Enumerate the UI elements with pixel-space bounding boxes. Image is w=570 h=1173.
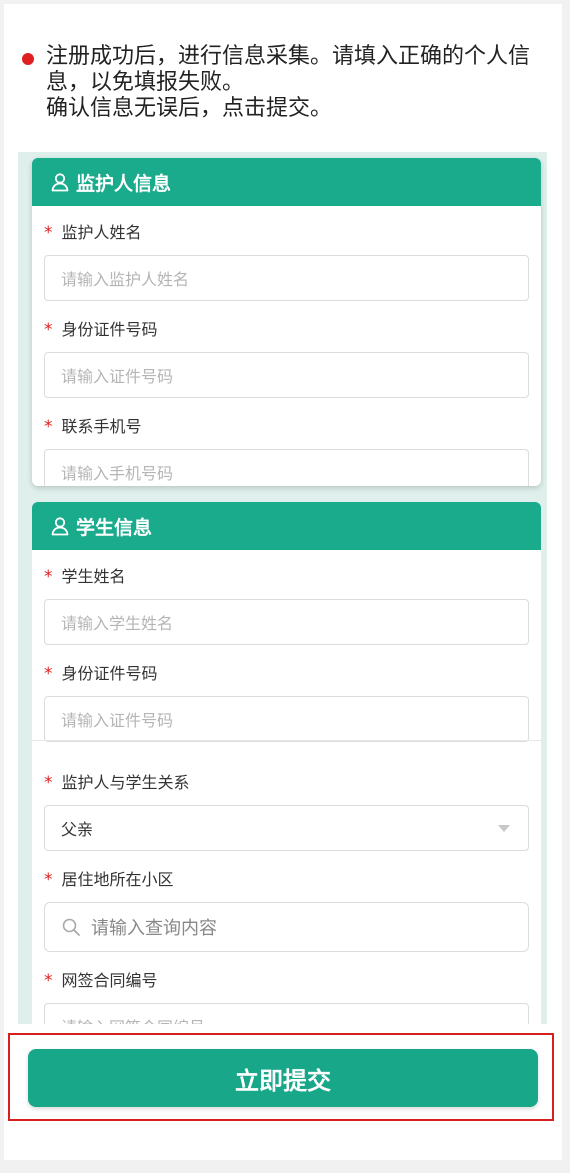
community-label: 居住地所在小区 [61, 870, 174, 889]
relation-label: 监护人与学生关系 [61, 773, 190, 792]
guardian-name-input[interactable]: 请输入监护人姓名 [44, 255, 529, 301]
required-mark: * [44, 567, 53, 587]
guardian-id-input[interactable]: 请输入证件号码 [44, 352, 529, 398]
submit-button[interactable]: 立即提交 [28, 1049, 538, 1107]
student-id-field: * 身份证件号码 请输入证件号码 [32, 663, 541, 742]
guardian-phone-input[interactable]: 请输入手机号码 [44, 449, 529, 486]
guardian-id-field: * 身份证件号码 请输入证件号码 [32, 319, 541, 398]
student-id-label: 身份证件号码 [61, 664, 158, 683]
contract-label: 网签合同编号 [61, 971, 158, 990]
required-mark: * [44, 971, 53, 991]
user-icon [51, 517, 69, 536]
community-field: * 居住地所在小区 请输入查询内容 [32, 869, 541, 952]
instruction-block: 注册成功后，进行信息采集。请填入正确的个人信息，以免填报失败。 确认信息无误后，… [22, 44, 552, 122]
contract-field: * 网签合同编号 请输入网签合同编号 [32, 970, 541, 1024]
section-divider [32, 740, 541, 741]
search-icon [62, 918, 80, 936]
guardian-card-header: 监护人信息 [32, 158, 541, 206]
guardian-phone-field: * 联系手机号 请输入手机号码 [32, 416, 541, 486]
guardian-card: 监护人信息 * 监护人姓名 请输入监护人姓名 * 身份证件号码 请输入证件号码 … [32, 158, 541, 486]
form-area: 监护人信息 * 监护人姓名 请输入监护人姓名 * 身份证件号码 请输入证件号码 … [18, 152, 547, 1024]
guardian-phone-label: 联系手机号 [61, 417, 142, 436]
student-name-input[interactable]: 请输入学生姓名 [44, 599, 529, 645]
required-mark: * [44, 223, 53, 243]
instruction-text: 注册成功后，进行信息采集。请填入正确的个人信息，以免填报失败。 确认信息无误后，… [46, 44, 531, 121]
community-placeholder: 请输入查询内容 [91, 918, 217, 939]
student-card-title: 学生信息 [76, 516, 153, 539]
contract-input[interactable]: 请输入网签合同编号 [44, 1003, 529, 1024]
student-name-label: 学生姓名 [61, 567, 126, 586]
required-mark: * [44, 870, 53, 890]
submit-highlight-frame: 立即提交 [8, 1033, 554, 1121]
student-card: 学生信息 * 学生姓名 请输入学生姓名 * 身份证件号码 请输入证件号码 * 监… [32, 502, 541, 1024]
bullet-dot-icon [22, 53, 34, 65]
required-mark: * [44, 320, 53, 340]
guardian-card-title: 监护人信息 [76, 172, 172, 195]
guardian-name-label: 监护人姓名 [61, 223, 142, 242]
relation-value: 父亲 [61, 820, 94, 839]
guardian-name-field: * 监护人姓名 请输入监护人姓名 [32, 222, 541, 301]
required-mark: * [44, 664, 53, 684]
student-name-field: * 学生姓名 请输入学生姓名 [32, 566, 541, 645]
chevron-down-icon [498, 824, 510, 832]
student-card-header: 学生信息 [32, 502, 541, 550]
relation-select[interactable]: 父亲 [44, 805, 529, 851]
required-mark: * [44, 417, 53, 437]
required-mark: * [44, 773, 53, 793]
relation-field: * 监护人与学生关系 父亲 [32, 772, 541, 851]
community-search-input[interactable]: 请输入查询内容 [44, 902, 529, 952]
guardian-id-label: 身份证件号码 [61, 320, 158, 339]
user-icon [51, 173, 69, 192]
student-id-input[interactable]: 请输入证件号码 [44, 696, 529, 742]
page: 注册成功后，进行信息采集。请填入正确的个人信息，以免填报失败。 确认信息无误后，… [4, 4, 562, 1160]
